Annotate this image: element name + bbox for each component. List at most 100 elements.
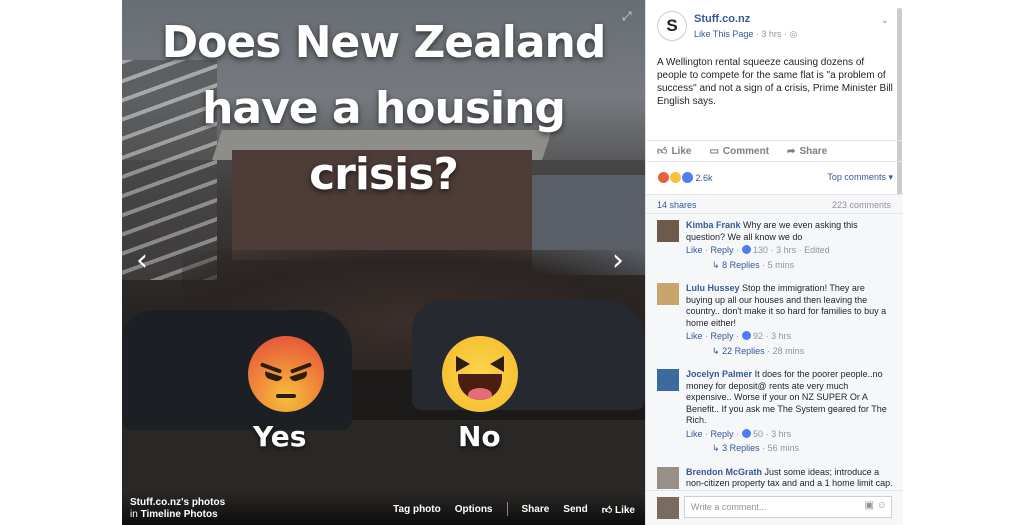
photo-viewer: Does New Zealand have a housing crisis? …: [122, 0, 903, 525]
comment-likes[interactable]: 50: [753, 429, 763, 439]
share-label: Share: [799, 145, 828, 157]
chevron-right-icon[interactable]: ›: [612, 246, 624, 276]
album-info: Stuff.co.nz's photos in Timeline Photos: [130, 497, 225, 521]
post-header: S Stuff.co.nz Like This Page · 3 hrs · ◎…: [657, 11, 897, 51]
comment-like-link[interactable]: Like: [686, 429, 703, 439]
avatar[interactable]: [657, 283, 679, 305]
comment: Jocelyn Palmer It does for the poorer pe…: [646, 357, 893, 455]
comment-reply-link[interactable]: Reply: [711, 245, 734, 255]
comment-author[interactable]: Kimba Frank: [686, 220, 741, 230]
photo-actions: Tag photo Options Share Send 👍︎ Like: [393, 502, 635, 516]
like-button[interactable]: 👍︎ Like: [657, 145, 692, 158]
comment-like-link[interactable]: Like: [686, 245, 703, 255]
vote-yes-label: Yes: [253, 420, 307, 453]
comment-meta: Like · Reply · 92 · 3 hrs: [686, 331, 792, 341]
comment-time[interactable]: 3 hrs: [776, 245, 796, 255]
replies-link[interactable]: ↳ 8 Replies · 5 mins: [686, 260, 893, 272]
comment-author[interactable]: Brendon McGrath: [686, 467, 762, 477]
share-button[interactable]: ➦ Share: [787, 146, 827, 157]
reply-arrow-icon: ↳: [712, 259, 720, 270]
post-actions: 👍︎ Like ▭ Comment ➦ Share: [646, 140, 903, 162]
post-text: A Wellington rental squeeze causing doze…: [657, 57, 893, 107]
shares-link[interactable]: 14 shares: [657, 200, 697, 210]
comment-icon: ▭: [709, 145, 719, 157]
like-reaction-icon: [681, 171, 694, 184]
headline-line: have a housing: [202, 83, 566, 134]
avatar: [657, 497, 679, 519]
reply-arrow-icon: ↳: [712, 443, 720, 453]
chevron-down-icon[interactable]: ⌄: [881, 15, 889, 26]
caret-down-icon: ▾: [888, 172, 893, 182]
album-prefix: in: [130, 509, 138, 520]
comment-time[interactable]: 3 hrs: [771, 331, 791, 341]
reply-arrow-icon: ↳: [712, 345, 720, 356]
post-time[interactable]: 3 hrs: [761, 29, 781, 39]
comment-meta: Like · Reply · 50 · 3 hrs: [686, 428, 792, 439]
like-label: Like: [671, 145, 692, 157]
page-name-link[interactable]: Stuff.co.nz: [694, 13, 750, 25]
camera-icon[interactable]: ▣: [865, 500, 874, 511]
comment: Lulu Hussey Stop the immigration! They a…: [646, 271, 893, 357]
comment-button[interactable]: ▭ Comment: [709, 146, 769, 157]
top-comments-dropdown[interactable]: Top comments ▾: [827, 172, 893, 183]
like-icon: 👍︎: [657, 146, 668, 157]
chevron-left-icon[interactable]: ‹: [136, 246, 148, 276]
post-meta: Like This Page · 3 hrs · ◎: [694, 29, 798, 39]
comment-likes[interactable]: 130: [753, 245, 768, 255]
reaction-count: 2.6k: [695, 172, 713, 183]
divider: [506, 502, 508, 516]
share-icon: ➦: [787, 145, 796, 157]
post-sidebar: S Stuff.co.nz Like This Page · 3 hrs · ◎…: [645, 0, 903, 525]
like-badge-icon: [741, 428, 751, 438]
like-badge-icon: [741, 245, 751, 254]
replies-count: 8 Replies: [722, 259, 760, 270]
avatar[interactable]: [657, 220, 679, 242]
comment-input-icons: ▣ ☺: [865, 500, 887, 511]
comment-reply-link[interactable]: Reply: [711, 331, 734, 341]
album-owner-link[interactable]: Stuff.co.nz's photos: [130, 497, 225, 508]
replies-time: 28 mins: [772, 345, 805, 356]
comment-like-link[interactable]: Like: [686, 331, 703, 341]
comment-reply-link[interactable]: Reply: [711, 429, 734, 439]
comment: Kimba Frank Why are we even asking this …: [646, 214, 893, 271]
page-avatar[interactable]: S: [657, 11, 687, 41]
expand-icon[interactable]: ⤢: [622, 10, 634, 22]
haha-emoji-icon: [442, 336, 518, 412]
tag-photo-button[interactable]: Tag photo: [393, 504, 441, 516]
write-comment-row: Write a comment... ▣ ☺: [646, 490, 903, 525]
photo[interactable]: Does New Zealand have a housing crisis? …: [122, 0, 645, 525]
comment-time[interactable]: 3 hrs: [771, 429, 791, 439]
replies-link[interactable]: ↳ 22 Replies · 28 mins: [686, 346, 893, 358]
like-photo-label: Like: [614, 505, 635, 516]
comment-author[interactable]: Lulu Hussey: [686, 283, 740, 293]
post-stats: 14 shares 223 comments: [646, 194, 903, 214]
photo-bottom-bar: Stuff.co.nz's photos in Timeline Photos …: [122, 492, 645, 525]
replies-count: 22 Replies: [722, 345, 765, 356]
reactions-summary[interactable]: 2.6k: [657, 171, 713, 184]
comment: Brendon McGrath Just some ideas; introdu…: [646, 455, 893, 490]
replies-count: 3 Replies: [722, 443, 760, 453]
emoji-icon[interactable]: ☺: [877, 500, 887, 511]
replies-time: 56 mins: [767, 443, 800, 453]
replies-link[interactable]: ↳ 3 Replies · 56 mins: [686, 443, 893, 455]
comment-label: Comment: [722, 145, 770, 157]
top-comments-label: Top comments: [827, 172, 886, 182]
headline-line: Does New Zealand: [161, 17, 607, 68]
comment-likes[interactable]: 92: [753, 331, 763, 341]
album-name-link[interactable]: Timeline Photos: [141, 509, 218, 520]
send-button[interactable]: Send: [563, 504, 587, 516]
edited-label[interactable]: Edited: [804, 245, 830, 255]
like-page-link[interactable]: Like This Page: [694, 29, 753, 39]
comments-list: Kimba Frank Why are we even asking this …: [646, 214, 903, 490]
avatar[interactable]: [657, 369, 679, 391]
thumbs-up-icon: 👍︎: [601, 505, 613, 516]
comment-input[interactable]: Write a comment...: [684, 496, 892, 518]
like-photo-button[interactable]: 👍︎ Like: [602, 504, 635, 516]
comments-count[interactable]: 223 comments: [832, 200, 891, 210]
comment-meta: Like · Reply · 130 · 3 hrs · Edited: [686, 245, 830, 255]
options-button[interactable]: Options: [455, 504, 493, 516]
avatar[interactable]: [657, 466, 679, 489]
comment-author[interactable]: Jocelyn Palmer: [686, 369, 752, 379]
headline-line: crisis?: [309, 149, 459, 200]
share-photo-button[interactable]: Share: [522, 504, 550, 516]
